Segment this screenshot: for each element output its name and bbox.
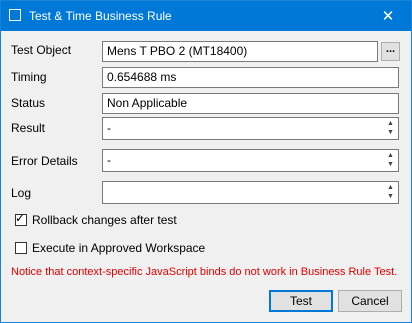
rollback-option[interactable]: ✓ Rollback changes after test (15, 211, 177, 227)
test-button[interactable]: Test (269, 290, 333, 312)
notice-text: Notice that context-specific JavaScript … (11, 266, 398, 278)
status-field[interactable]: Non Applicable (102, 93, 399, 114)
error-details-label: Error Details (11, 154, 78, 168)
approved-workspace-checkbox[interactable] (15, 242, 27, 254)
log-field[interactable]: ▲ ▼ (102, 181, 399, 204)
close-button[interactable]: ✕ (365, 1, 411, 31)
test-object-label: Test Object (11, 43, 72, 57)
checkmark-icon: ✓ (15, 211, 26, 225)
approved-workspace-option[interactable]: Execute in Approved Workspace (15, 241, 205, 255)
test-object-field[interactable]: Mens T PBO 2 (MT18400) (102, 41, 378, 62)
browse-button[interactable]: ... (381, 42, 400, 61)
error-details-field[interactable]: - ▲ ▼ (102, 149, 399, 172)
result-value: - (107, 121, 111, 135)
window-icon (9, 9, 21, 21)
result-label: Result (11, 121, 46, 135)
scroll-up-icon[interactable]: ▲ (387, 184, 394, 191)
log-scrollbar[interactable]: ▲ ▼ (386, 184, 395, 200)
rollback-label[interactable]: Rollback changes after test (32, 213, 177, 227)
scroll-down-icon[interactable]: ▼ (387, 129, 394, 136)
timing-label: Timing (11, 70, 47, 84)
status-label: Status (11, 96, 46, 110)
dialog-window: Test & Time Business Rule ✕ Test Object … (0, 0, 412, 323)
result-field[interactable]: - ▲ ▼ (102, 117, 399, 140)
error-details-value: - (107, 153, 111, 167)
scroll-up-icon[interactable]: ▲ (387, 152, 394, 159)
error-details-scrollbar[interactable]: ▲ ▼ (386, 152, 395, 168)
scroll-down-icon[interactable]: ▼ (387, 193, 394, 200)
window-title: Test & Time Business Rule (29, 9, 172, 23)
scroll-down-icon[interactable]: ▼ (387, 161, 394, 168)
scroll-up-icon[interactable]: ▲ (387, 120, 394, 127)
cancel-button[interactable]: Cancel (338, 290, 402, 312)
rollback-checkbox[interactable]: ✓ (15, 211, 27, 226)
result-scrollbar[interactable]: ▲ ▼ (386, 120, 395, 136)
log-label: Log (11, 186, 32, 200)
timing-field[interactable]: 0.654688 ms (102, 67, 399, 88)
title-bar[interactable]: Test & Time Business Rule ✕ (1, 1, 411, 31)
approved-workspace-label[interactable]: Execute in Approved Workspace (32, 241, 205, 255)
